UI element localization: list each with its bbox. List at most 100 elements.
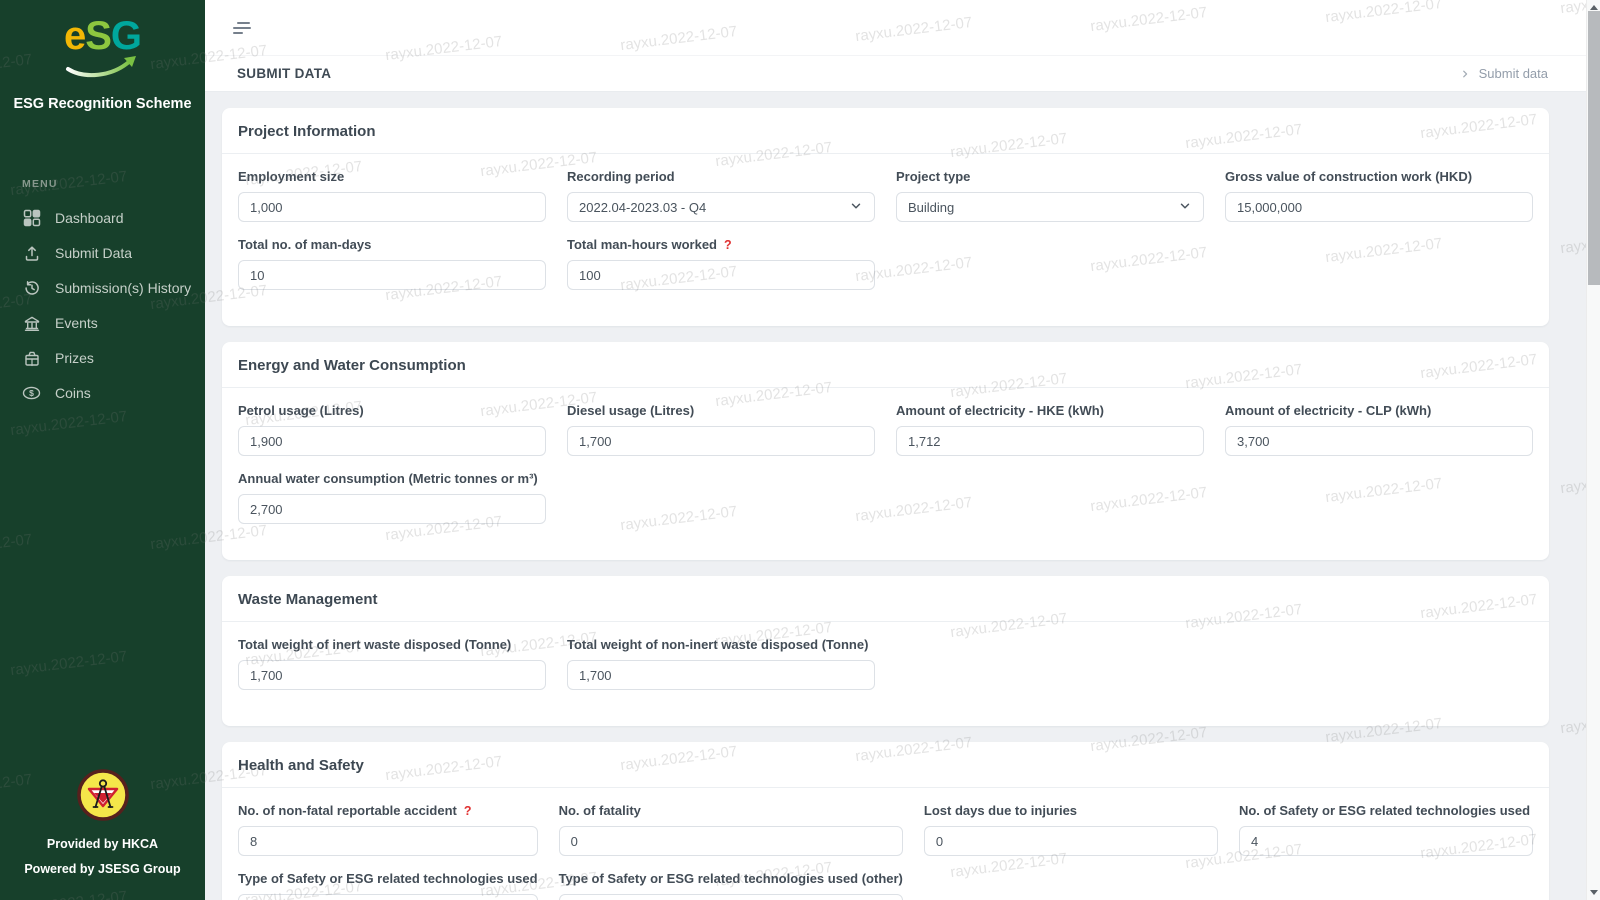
- sidebar-item-submit-data[interactable]: Submit Data: [0, 235, 205, 270]
- section-title: Waste Management: [238, 591, 1533, 608]
- esg-logo-letters: eSG: [0, 16, 205, 56]
- logo-letter-g: G: [111, 14, 141, 58]
- hkca-logo: [77, 769, 129, 821]
- sidebar-menu: Dashboard Submit Data Submission(s) Hist…: [0, 200, 205, 410]
- non-fatal-accidents-input[interactable]: [238, 826, 538, 856]
- topbar: [205, 0, 1600, 56]
- form-content: Project Information Employment size Reco…: [205, 92, 1600, 900]
- water-consumption-input[interactable]: [238, 494, 546, 524]
- section-title: Health and Safety: [238, 757, 1533, 774]
- non-inert-waste-input[interactable]: [567, 660, 875, 690]
- field-label: Total no. of man-days: [238, 237, 546, 252]
- field-label: Recording period: [567, 169, 875, 184]
- field-recording-period: Recording period 2022.04-2023.03 - Q4: [567, 169, 875, 222]
- powered-by-text: Powered by JSESG Group: [0, 862, 205, 876]
- bank-icon: [22, 313, 41, 332]
- petrol-usage-input[interactable]: [238, 426, 546, 456]
- field-employment-size: Employment size: [238, 169, 546, 222]
- man-hours-input[interactable]: [567, 260, 875, 290]
- field-label: Type of Safety or ESG related technologi…: [238, 871, 538, 886]
- project-type-select[interactable]: Building: [896, 192, 1204, 222]
- app-title: ESG Recognition Scheme: [0, 96, 205, 112]
- field-man-days: Total no. of man-days: [238, 237, 546, 290]
- sidebar-item-label: Submission(s) History: [55, 280, 191, 296]
- field-man-hours: Total man-hours worked?: [567, 237, 875, 290]
- fatality-input[interactable]: [559, 826, 903, 856]
- scroll-up-arrow-icon[interactable]: [1590, 5, 1598, 10]
- vertical-scrollbar[interactable]: [1586, 0, 1600, 900]
- sidebar-item-label: Events: [55, 315, 98, 331]
- scroll-down-arrow-icon[interactable]: [1590, 890, 1598, 895]
- field-label: Project type: [896, 169, 1204, 184]
- field-electricity-clp: Amount of electricity - CLP (kWh): [1225, 403, 1533, 456]
- field-petrol-usage: Petrol usage (Litres): [238, 403, 546, 456]
- sidebar-item-prizes[interactable]: Prizes: [0, 340, 205, 375]
- main-area: SUBMIT DATA Submit data Project Informat…: [205, 0, 1600, 900]
- breadcrumb-item[interactable]: Submit data: [1479, 66, 1548, 81]
- field-label: No. of Safety or ESG related technologie…: [1239, 803, 1533, 818]
- field-gross-value: Gross value of construction work (HKD): [1225, 169, 1533, 222]
- breadcrumb[interactable]: Submit data: [1460, 66, 1548, 81]
- field-label: Total weight of non-inert waste disposed…: [567, 637, 875, 652]
- field-label: No. of non-fatal reportable accident?: [238, 803, 538, 818]
- field-label: Type of Safety or ESG related technologi…: [559, 871, 903, 886]
- field-label: Total man-hours worked?: [567, 237, 875, 252]
- sidebar-item-submissions-history[interactable]: Submission(s) History: [0, 270, 205, 305]
- sidebar-item-label: Submit Data: [55, 245, 132, 261]
- scrollbar-thumb[interactable]: [1588, 11, 1600, 285]
- chevron-down-icon: [849, 199, 863, 216]
- sidebar-item-dashboard[interactable]: Dashboard: [0, 200, 205, 235]
- man-days-input[interactable]: [238, 260, 546, 290]
- gross-value-input[interactable]: [1225, 192, 1533, 222]
- electricity-hke-input[interactable]: [896, 426, 1204, 456]
- svg-text:$: $: [29, 388, 34, 398]
- sidebar-footer: Provided by HKCA Powered by JSESG Group: [0, 769, 205, 900]
- lost-days-input[interactable]: [924, 826, 1218, 856]
- recording-period-select[interactable]: 2022.04-2023.03 - Q4: [567, 192, 875, 222]
- field-safety-tech-type: Type of Safety or ESG related technologi…: [238, 871, 538, 900]
- help-indicator[interactable]: ?: [724, 238, 732, 252]
- field-label: No. of fatality: [559, 803, 903, 818]
- field-electricity-hke: Amount of electricity - HKE (kWh): [896, 403, 1204, 456]
- field-label: Amount of electricity - CLP (kWh): [1225, 403, 1533, 418]
- safety-tech-type-other-input[interactable]: [559, 894, 903, 900]
- logo-letter-e: e: [64, 14, 85, 58]
- field-label: Total weight of inert waste disposed (To…: [238, 637, 546, 652]
- field-inert-waste: Total weight of inert waste disposed (To…: [238, 637, 546, 690]
- sidebar-item-coins[interactable]: $ Coins: [0, 375, 205, 410]
- field-label: Diesel usage (Litres): [567, 403, 875, 418]
- diesel-usage-input[interactable]: [567, 426, 875, 456]
- dashboard-icon: [22, 208, 41, 227]
- field-non-fatal-accidents: No. of non-fatal reportable accident?: [238, 803, 538, 856]
- field-safety-tech-type-other: Type of Safety or ESG related technologi…: [559, 871, 903, 900]
- logo-letter-s: S: [85, 14, 111, 58]
- page-header: SUBMIT DATA Submit data: [205, 56, 1600, 92]
- menu-toggle-icon[interactable]: [229, 18, 255, 38]
- safety-tech-type-input[interactable]: [238, 894, 538, 900]
- sidebar-item-label: Dashboard: [55, 210, 124, 226]
- electricity-clp-input[interactable]: [1225, 426, 1533, 456]
- field-water-consumption: Annual water consumption (Metric tonnes …: [238, 471, 546, 524]
- sidebar-item-events[interactable]: Events: [0, 305, 205, 340]
- provided-by-text: Provided by HKCA: [0, 837, 205, 851]
- field-diesel-usage: Diesel usage (Litres): [567, 403, 875, 456]
- history-icon: [22, 278, 41, 297]
- esg-logo: eSG: [0, 16, 205, 82]
- inert-waste-input[interactable]: [238, 660, 546, 690]
- section-health-safety: Health and Safety No. of non-fatal repor…: [222, 742, 1549, 900]
- safety-tech-count-input[interactable]: [1239, 826, 1533, 856]
- field-lost-days: Lost days due to injuries: [924, 803, 1218, 856]
- section-waste-management: Waste Management Total weight of inert w…: [222, 576, 1549, 726]
- field-label: Gross value of construction work (HKD): [1225, 169, 1533, 184]
- help-indicator[interactable]: ?: [464, 804, 472, 818]
- field-label: Employment size: [238, 169, 546, 184]
- field-non-inert-waste: Total weight of non-inert waste disposed…: [567, 637, 875, 690]
- section-title: Energy and Water Consumption: [238, 357, 1533, 374]
- upload-icon: [22, 243, 41, 262]
- coin-icon: $: [22, 383, 41, 402]
- field-project-type: Project type Building: [896, 169, 1204, 222]
- employment-size-input[interactable]: [238, 192, 546, 222]
- field-fatality: No. of fatality: [559, 803, 903, 856]
- field-label: Lost days due to injuries: [924, 803, 1218, 818]
- field-label: Petrol usage (Litres): [238, 403, 546, 418]
